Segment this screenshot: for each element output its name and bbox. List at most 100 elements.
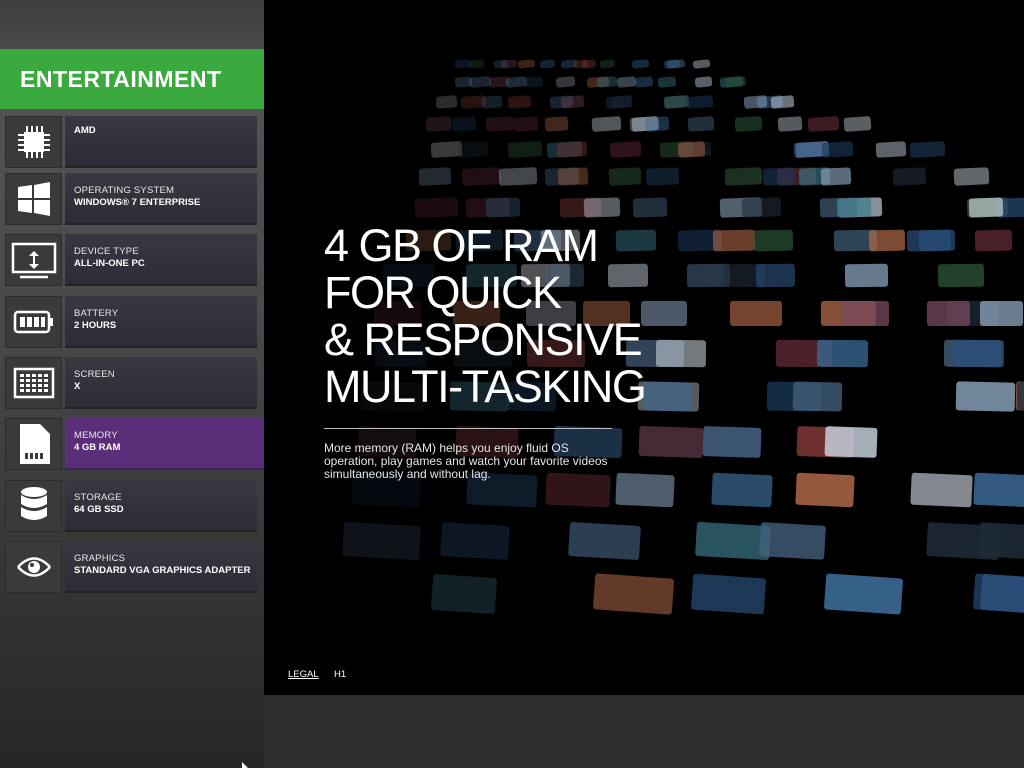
screen-grid-icon	[5, 357, 62, 409]
video-thumbnail-tile	[507, 94, 532, 109]
video-thumbnail-tile	[1017, 381, 1024, 412]
spec-info: SCREEN X	[65, 357, 257, 409]
video-thumbnail-tile	[979, 300, 1023, 326]
video-thumbnail-tile	[926, 300, 971, 326]
video-thumbnail-tile	[792, 381, 843, 412]
video-thumbnail-tile	[979, 573, 1024, 615]
video-thumbnail-tile	[634, 75, 654, 88]
video-thumbnail-tile	[592, 573, 674, 615]
video-thumbnail-tile	[974, 229, 1012, 252]
video-thumbnail-tile	[638, 425, 704, 459]
video-thumbnail-tile	[824, 426, 878, 459]
video-thumbnail-tile	[795, 472, 856, 508]
spec-item-graphics[interactable]: GRAPHICS STANDARD VGA GRAPHICS ADAPTER	[5, 541, 257, 593]
memory-card-icon	[5, 418, 62, 470]
video-thumbnail-tile	[631, 59, 650, 69]
spec-item-storage[interactable]: STORAGE 64 GB SSD	[5, 480, 257, 532]
storage-database-icon	[5, 480, 62, 532]
spec-info: MEMORY 4 GB RAM	[65, 418, 265, 470]
video-thumbnail-tile	[560, 94, 585, 109]
hero-panel: 4 GB OF RAM FOR QUICK & RESPONSIVE MULTI…	[264, 0, 1024, 695]
video-thumbnail-tile	[568, 521, 642, 560]
video-thumbnail-tile	[702, 426, 762, 459]
spec-info: OPERATING SYSTEM WINDOWS® 7 ENTERPRISE	[65, 173, 257, 225]
mouse-cursor-icon	[242, 762, 248, 768]
video-thumbnail-tile	[615, 472, 675, 508]
video-thumbnail-tile	[645, 167, 680, 187]
spec-value: ALL-IN-ONE PC	[74, 258, 145, 269]
legal-link[interactable]: LEGAL	[288, 669, 319, 680]
video-thumbnail-tile	[481, 94, 503, 109]
spec-item-processor[interactable]: AMD	[5, 116, 257, 168]
video-thumbnail-tile	[892, 167, 927, 187]
video-thumbnail-tile	[555, 75, 576, 88]
headline-line: MULTI-TASKING	[324, 361, 647, 412]
video-thumbnail-tile	[968, 197, 1004, 218]
video-thumbnail-tile	[693, 59, 712, 69]
video-thumbnail-tile	[725, 167, 763, 187]
video-thumbnail-tile	[430, 573, 497, 615]
spec-label: MEMORY	[74, 430, 118, 441]
video-thumbnail-tile	[734, 116, 763, 132]
spec-item-device-type[interactable]: DEVICE TYPE ALL-IN-ONE PC	[5, 234, 257, 286]
video-thumbnail-tile	[843, 116, 872, 132]
video-thumbnail-tile	[457, 140, 489, 158]
spec-label: GRAPHICS	[74, 553, 126, 564]
video-thumbnail-tile	[744, 94, 769, 109]
video-thumbnail-tile	[841, 300, 890, 326]
headline-divider	[324, 428, 612, 429]
video-thumbnail-tile	[973, 472, 1024, 508]
video-thumbnail-tile	[664, 94, 687, 109]
video-thumbnail-tile	[657, 75, 677, 88]
video-thumbnail-tile	[910, 472, 974, 508]
video-thumbnail-tile	[596, 75, 618, 88]
video-thumbnail-tile	[523, 75, 544, 88]
video-thumbnail-tile	[513, 116, 539, 132]
spec-info: GRAPHICS STANDARD VGA GRAPHICS ADAPTER	[65, 541, 257, 593]
video-thumbnail-tile	[414, 197, 459, 218]
spec-value: 64 GB SSD	[74, 504, 124, 515]
headline-line: & RESPONSIVE	[324, 314, 643, 365]
video-thumbnail-tile	[539, 59, 556, 69]
video-thumbnail-tile	[755, 263, 796, 288]
spec-item-memory[interactable]: MEMORY 4 GB RAM	[5, 418, 283, 470]
video-thumbnail-tile	[777, 116, 803, 132]
video-thumbnail-tile	[610, 94, 633, 109]
video-thumbnail-tile	[608, 167, 642, 187]
video-thumbnail-tile	[508, 140, 543, 159]
category-header: ENTERTAINMENT	[0, 49, 264, 109]
all-in-one-monitor-icon	[5, 234, 62, 286]
windows-logo-icon	[5, 173, 62, 225]
video-thumbnail-tile	[544, 116, 569, 132]
video-thumbnail-tile	[418, 167, 452, 187]
video-thumbnail-tile	[875, 140, 907, 158]
video-thumbnail-tile	[644, 116, 670, 132]
video-thumbnail-tile	[451, 116, 477, 132]
video-thumbnail-tile	[937, 263, 984, 288]
video-thumbnail-tile	[677, 140, 706, 158]
video-thumbnail-tile	[341, 521, 421, 561]
video-thumbnail-tile	[435, 94, 458, 109]
video-thumbnail-tile	[609, 140, 642, 159]
video-thumbnail-tile	[845, 263, 890, 288]
hero-description: More memory (RAM) helps you enjoy fluid …	[324, 441, 608, 481]
spec-info: DEVICE TYPE ALL-IN-ONE PC	[65, 234, 257, 286]
spec-item-screen[interactable]: SCREEN X	[5, 357, 257, 409]
spec-item-operating-system[interactable]: OPERATING SYSTEM WINDOWS® 7 ENTERPRISE	[5, 173, 257, 225]
spec-label: SCREEN	[74, 369, 115, 380]
video-thumbnail-tile	[807, 116, 840, 133]
spec-value: STANDARD VGA GRAPHICS ADAPTER	[74, 565, 251, 576]
video-thumbnail-tile	[868, 229, 905, 252]
video-thumbnail-tile	[952, 340, 1004, 368]
spec-value: AMD	[74, 125, 96, 136]
spec-label: BATTERY	[74, 308, 119, 319]
legal-code: H1	[334, 669, 347, 680]
headline-line: FOR QUICK	[324, 267, 562, 318]
spec-value: 4 GB RAM	[74, 442, 121, 453]
spec-info: BATTERY 2 HOURS	[65, 296, 257, 348]
video-thumbnail-tile	[953, 167, 989, 187]
spec-item-battery[interactable]: BATTERY 2 HOURS	[5, 296, 257, 348]
bottom-band	[264, 695, 1024, 768]
video-thumbnail-tile	[816, 340, 869, 368]
video-thumbnail-tile	[581, 59, 597, 69]
